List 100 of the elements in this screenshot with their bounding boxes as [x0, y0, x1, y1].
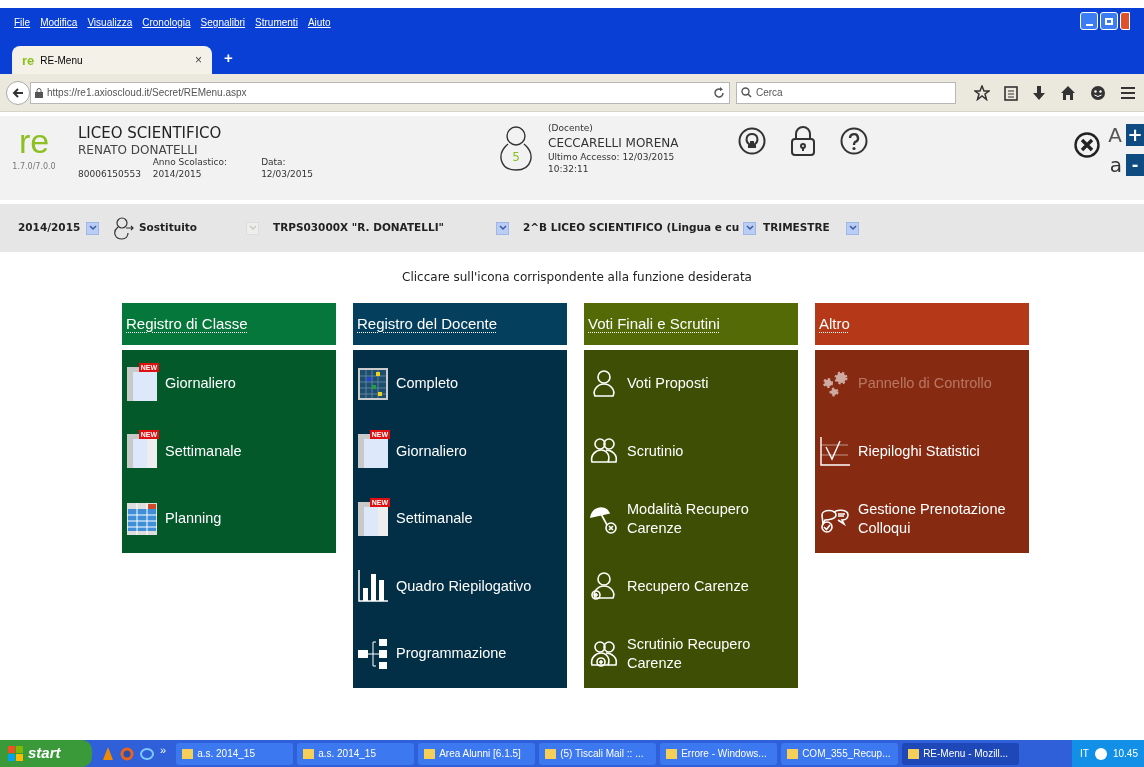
item-label: Settimanale [396, 509, 473, 529]
select-value[interactable]: TRIMESTRE [763, 220, 830, 236]
back-button[interactable] [6, 80, 30, 105]
menu-item[interactable]: Visualizza [87, 15, 133, 30]
menu-tile-item[interactable]: Gestione Prenotazione Colloqui [815, 485, 1029, 553]
browser-tab[interactable]: re RE-Menu × [12, 46, 212, 74]
new-tab-button[interactable]: + [224, 46, 233, 69]
logo-icon: re [22, 53, 35, 67]
school-year: 2014/2015 [152, 168, 203, 180]
item-label: Giornaliero [396, 441, 467, 461]
date-label: Data: [261, 156, 287, 168]
tab-close-button[interactable]: × [195, 51, 202, 69]
menu-item[interactable]: File [14, 15, 31, 30]
browser-e-icon[interactable] [140, 746, 154, 761]
menu-tile-item[interactable]: Recupero Carenze [584, 552, 798, 620]
menu-tile-item[interactable]: Planning [122, 485, 336, 553]
menu-item[interactable]: Strumenti [255, 15, 298, 30]
font-increase-button[interactable]: + [1126, 124, 1144, 146]
smiley-icon[interactable] [1090, 84, 1106, 101]
help-icon[interactable] [840, 127, 868, 155]
download-icon[interactable] [1032, 84, 1046, 101]
menu-tile-item[interactable]: Quadro Riepilogativo [353, 552, 567, 620]
select-value[interactable]: 2014/2015 [18, 220, 81, 236]
window-icon [908, 748, 920, 759]
item-label: Riepiloghi Statistici [858, 441, 980, 461]
line-chart-icon [820, 435, 850, 468]
taskbar-button[interactable]: (5) Tiscali Mail :: ... [539, 742, 657, 765]
school-type: LICEO SCIENTIFICO [78, 124, 223, 142]
taskbar-button[interactable]: COM_355_Recup... [781, 742, 899, 765]
close-icon[interactable] [1074, 132, 1101, 158]
instruction-text: Cliccare sull'icona corrispondente alla funzione desiderata [402, 269, 752, 286]
clipboard-icon[interactable] [1004, 84, 1018, 101]
taskbar-button[interactable]: Errore - Windows... [660, 742, 778, 765]
url-field[interactable]: https://re1.axioscloud.it/Secret/REMenu.aspx [30, 81, 730, 104]
select-value[interactable]: 2^B LICEO SCIENTIFICO (Lingua e cu [523, 220, 740, 236]
user-role: (Docente) [548, 122, 594, 135]
item-label: Settimanale [165, 441, 242, 461]
item-label: Completo [396, 374, 459, 394]
hierarchy-icon [358, 637, 388, 670]
windows-logo-icon [8, 745, 24, 762]
search-icon [741, 87, 752, 98]
table-icon [127, 502, 157, 535]
menu-item[interactable]: Cronologia [142, 15, 191, 30]
minimize-icon[interactable] [1080, 12, 1098, 30]
menu-item[interactable]: Segnalibri [200, 15, 246, 30]
window-icon [787, 748, 799, 759]
tray-icon[interactable] [1094, 747, 1107, 760]
item-label: Programmazione [396, 644, 507, 664]
font-decrease-button[interactable]: - [1126, 154, 1144, 176]
font-size-label: A [1108, 125, 1122, 145]
item-label: Pannello di Controllo [858, 374, 992, 394]
section-title[interactable]: Registro del Docente [357, 312, 498, 336]
school-name: RENATO DONATELLI [78, 142, 199, 158]
taskbar-button[interactable]: a.s. 2014_15 [297, 742, 415, 765]
taskbar-button[interactable]: a.s. 2014_15 [176, 742, 294, 765]
avatar-number: 5 [512, 149, 520, 166]
section-title[interactable]: Voti Finali e Scrutini [588, 312, 720, 336]
menu-item[interactable]: Modifica [40, 15, 78, 30]
menu-tile-item[interactable]: Modalità Recupero Carenze [584, 485, 798, 553]
menu-tile-item[interactable]: Scrutinio Recupero Carenze [584, 620, 798, 688]
search-field[interactable]: Cerca [736, 81, 956, 104]
lock-icon[interactable] [790, 126, 816, 156]
section-title[interactable]: Registro di Classe [126, 312, 248, 336]
substitute-label: Sostituito [139, 220, 197, 236]
menu-tile-item[interactable]: Voti Proposti [584, 350, 798, 418]
menu-tile-item[interactable]: Programmazione [353, 620, 567, 688]
window-icon [303, 748, 315, 759]
item-label: Giornaliero [165, 374, 236, 394]
home-icon[interactable] [1060, 84, 1076, 101]
taskbar-button[interactable]: Area Alunni [6.1.5] [418, 742, 536, 765]
url-text: https://re1.axioscloud.it/Secret/REMenu.aspx [47, 86, 247, 100]
menu-icon[interactable] [1120, 85, 1136, 100]
lock-icon [35, 87, 43, 98]
menu-tile-item[interactable]: Scrutinio [584, 417, 798, 485]
menu-tile-item[interactable]: Riepiloghi Statistici [815, 417, 1029, 485]
menu-item[interactable]: Aiuto [307, 15, 331, 30]
item-label: Scrutinio [627, 441, 684, 461]
menu-tile-item[interactable]: Completo [353, 350, 567, 418]
restore-icon[interactable] [1100, 12, 1118, 30]
window-icon [545, 748, 557, 759]
version-text: 1.7.0/7.0.0 [12, 161, 56, 173]
window-icon [666, 748, 678, 759]
select-value[interactable]: TRPS03000X "R. DONATELLI" [273, 220, 444, 236]
school-code: 80006150553 [78, 168, 142, 180]
item-label: Scrutinio Recupero Carenze [627, 634, 752, 673]
window-icon [182, 748, 194, 759]
date-value: 12/03/2015 [261, 168, 313, 180]
item-label: Recupero Carenze [627, 576, 749, 596]
lightbulb-icon[interactable] [738, 127, 766, 155]
item-label: Quadro Riepilogativo [396, 576, 532, 596]
window-icon [424, 748, 436, 759]
star-icon[interactable] [974, 84, 990, 101]
tab-title: RE-Menu [40, 53, 83, 68]
search-placeholder: Cerca [756, 86, 783, 100]
section-title[interactable]: Altro [819, 312, 850, 336]
grid-icon [358, 367, 388, 400]
taskbar-button[interactable]: RE-Menu - Mozill... [902, 742, 1020, 765]
more-icon[interactable]: » [160, 742, 167, 759]
reload-icon[interactable] [713, 86, 725, 99]
start-button[interactable]: start [0, 740, 92, 767]
